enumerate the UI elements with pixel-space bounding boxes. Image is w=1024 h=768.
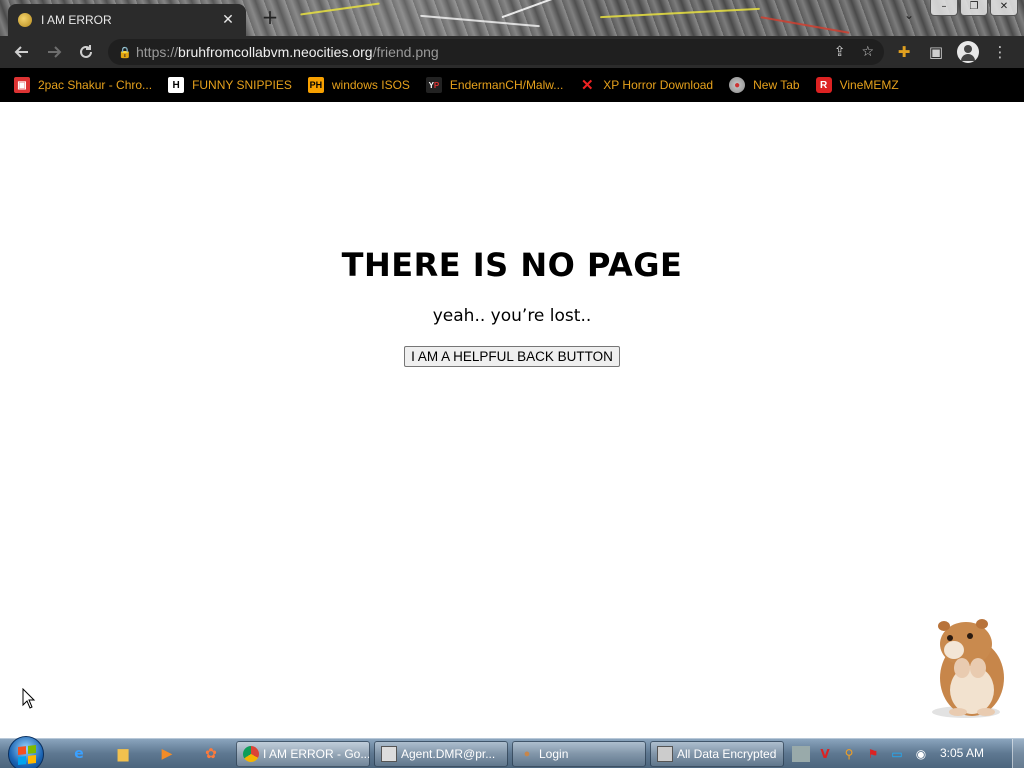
window-icon [657,746,673,762]
bookmark-label: windows ISOS [331,78,410,92]
window-titlebar: I AM ERROR ✕ + ⌄ – ❐ ✕ [0,0,1024,36]
taskbar-clock[interactable]: 3:05 AM [940,746,984,760]
tray-monitor-icon[interactable]: ▭ [888,746,906,762]
taskbar-item-label: Login [539,747,569,761]
page-heading: THERE IS NO PAGE [341,246,683,284]
minimize-button[interactable]: – [930,0,958,16]
wallpaper-scribble [600,7,760,19]
bookmark-star-icon[interactable]: ☆ [861,44,874,60]
tray-flag-icon[interactable]: ⚑ [864,746,882,762]
bookmark-label: New Tab [753,78,800,92]
wallpaper-scribble [501,0,559,19]
reload-icon[interactable] [70,36,102,68]
bookmark-endermanch[interactable]: YP EndermanCH/Malw... [425,77,564,93]
window-icon [381,746,397,762]
tab-favicon-icon [18,13,32,27]
show-desktop-button[interactable] [1012,739,1024,768]
lock-icon[interactable]: 🔒 [118,46,136,59]
bookmark-label: VineMEMZ [839,78,899,92]
windows-logo-icon [18,745,36,765]
browser-tab-active[interactable]: I AM ERROR ✕ [8,4,246,36]
bookmark-label: FUNNY SNIPPIES [192,78,292,92]
bookmarks-bar: ▣ 2pac Shakur - Chro... H FUNNY SNIPPIES… [0,68,1024,102]
globe-icon: ● [729,77,746,93]
file-explorer-folder-icon[interactable]: ▆ [112,744,134,764]
tray-app-icon[interactable] [792,746,810,762]
media-player-icon[interactable]: ▶ [156,744,178,764]
hamster-icon: ● [523,748,531,760]
bookmark-new-tab[interactable]: ● New Tab [729,77,800,93]
side-panel-icon[interactable]: ▣ [920,43,952,61]
window-controls: – ❐ ✕ [928,0,1018,18]
internet-explorer-icon[interactable]: e [68,744,90,764]
taskbar-item-agent[interactable]: Agent.DMR@pr... [374,741,508,767]
back-arrow-icon[interactable] [6,36,38,68]
bookmark-vinememz[interactable]: R VineMEMZ [815,77,899,93]
new-tab-button[interactable]: + [259,6,281,28]
taskbar-item-label: Agent.DMR@pr... [401,747,496,761]
tab-search-chevron-icon[interactable]: ⌄ [904,8,914,22]
url-path: /friend.png [372,44,439,60]
helpful-back-button[interactable]: I AM A HELPFUL BACK BUTTON [404,346,620,367]
ph-logo-icon: PH [307,77,324,93]
taskbar-item-chrome[interactable]: I AM ERROR - Go... [236,741,370,767]
url-host: bruhfromcollabvm.neocities.org [178,44,373,60]
chrome-icon [243,746,259,762]
web-page: THERE IS NO PAGE yeah.. you’re lost.. I … [0,102,1024,738]
toolbar-right-actions: ✚ ▣ ⋮ [888,36,1016,68]
gift-icon: ▣ [14,77,30,93]
profile-avatar-icon[interactable] [957,41,979,63]
tray-v-icon[interactable]: V [816,746,834,762]
red-x-icon: ✕ [580,77,594,94]
mouse-cursor-icon [22,688,36,709]
taskbar-item-label: All Data Encrypted [677,747,777,761]
r-logo-icon: R [815,77,832,93]
bookmark-windows-isos[interactable]: PH windows ISOS [307,77,410,93]
bookmark-funny-snippies[interactable]: H FUNNY SNIPPIES [168,77,292,93]
extensions-puzzle-icon[interactable]: ✚ [888,43,920,61]
address-bar[interactable]: 🔒 https://bruhfromcollabvm.neocities.org… [108,39,884,65]
taskbar-item-label: I AM ERROR - Go... [263,747,370,761]
wallpaper-scribble [300,2,380,16]
wallpaper-scribble [420,14,540,28]
app-shortcut-icon[interactable]: ✿ [200,744,222,764]
taskbar-item-all-data-encrypted[interactable]: All Data Encrypted [650,741,784,767]
close-window-button[interactable]: ✕ [990,0,1018,16]
bookmark-xp-horror[interactable]: ✕ XP Horror Download [579,77,714,94]
forward-arrow-icon[interactable] [38,36,70,68]
windows-taskbar: e ▆ ▶ ✿ I AM ERROR - Go... Agent.DMR@pr.… [0,736,1024,768]
bookmark-label: XP Horror Download [603,78,714,92]
h-letter-icon: H [168,77,185,93]
tab-title: I AM ERROR [41,13,112,27]
yp-logo-icon: YP [425,77,442,93]
tab-close-icon[interactable]: ✕ [220,12,236,28]
page-subtext: yeah.. you’re lost.. [432,306,592,326]
bookmark-label: 2pac Shakur - Chro... [38,78,153,92]
menu-kebab-icon[interactable]: ⋮ [984,43,1016,61]
hamster-mascot-icon [932,619,1004,718]
bookmark-2pac[interactable]: ▣ 2pac Shakur - Chro... [14,77,152,93]
taskbar-item-login[interactable]: ● Login [512,741,646,767]
url-text[interactable]: https://bruhfromcollabvm.neocities.org/f… [136,44,818,60]
start-button[interactable] [8,736,44,768]
wallpaper-scribble [760,16,850,34]
bookmark-label: EndermanCH/Malw... [449,78,564,92]
maximize-button[interactable]: ❐ [960,0,988,16]
tray-volume-icon[interactable]: ◉ [912,746,930,762]
tray-search-icon[interactable]: ⚲ [840,746,858,762]
share-icon[interactable]: ⇪ [834,44,846,60]
url-scheme: https:// [136,44,179,60]
system-tray: V ⚲ ⚑ ▭ ◉ [792,745,936,763]
browser-toolbar: 🔒 https://bruhfromcollabvm.neocities.org… [0,36,1024,68]
